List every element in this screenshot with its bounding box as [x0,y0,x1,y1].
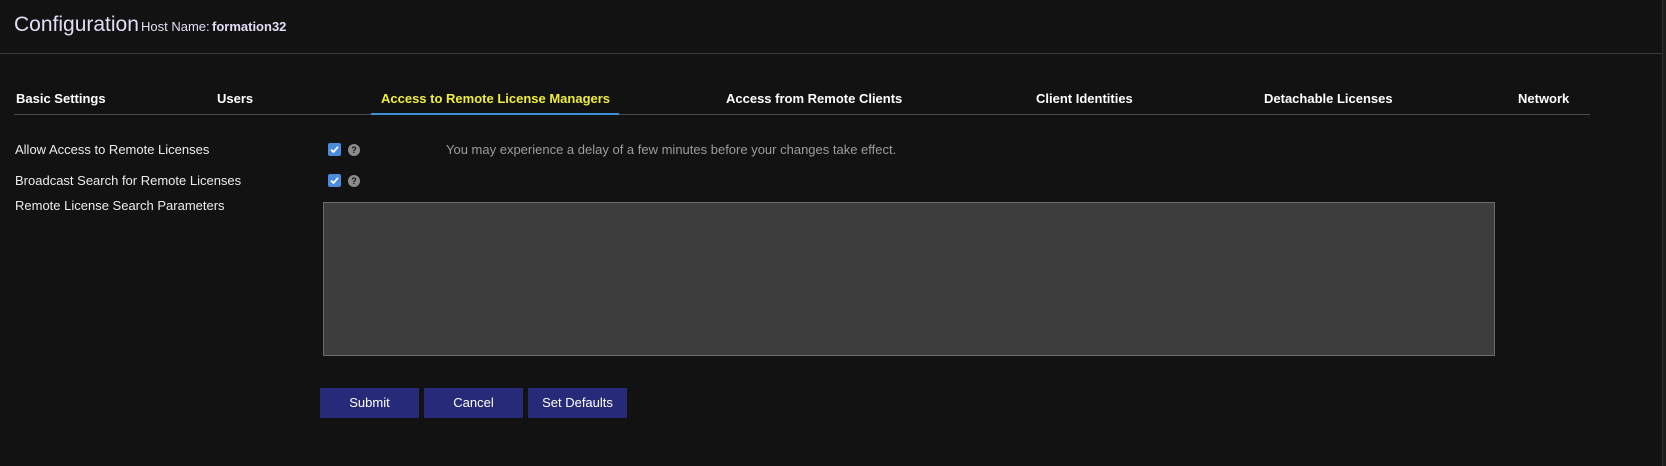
broadcast-search-checkbox[interactable] [328,174,341,187]
window-edge [1662,0,1666,466]
active-tab-indicator [371,113,619,115]
config-tabs: Basic Settings Users Access to Remote Li… [14,84,1590,115]
tab-users[interactable]: Users [217,84,253,114]
host-name-label: Host Name: [141,19,210,34]
check-icon [330,177,339,185]
tab-access-to-remote-license-managers[interactable]: Access to Remote License Managers [381,84,610,114]
set-defaults-button[interactable]: Set Defaults [528,388,627,418]
page-title: Configuration [14,13,139,36]
question-circle-icon[interactable]: ? [348,144,360,156]
tab-detachable-licenses[interactable]: Detachable Licenses [1264,84,1393,114]
tab-network[interactable]: Network [1518,84,1569,114]
tab-basic-settings[interactable]: Basic Settings [16,84,106,114]
allow-access-label: Allow Access to Remote Licenses [15,142,210,157]
host-name-value: formation32 [212,19,287,34]
cancel-button[interactable]: Cancel [424,388,523,418]
check-icon [330,146,339,154]
tab-client-identities[interactable]: Client Identities [1036,84,1133,114]
submit-button[interactable]: Submit [320,388,419,418]
search-params-textarea[interactable] [323,202,1495,356]
search-params-label: Remote License Search Parameters [15,198,225,213]
question-circle-icon[interactable]: ? [348,175,360,187]
changes-delay-notice: You may experience a delay of a few minu… [446,142,897,157]
allow-access-checkbox[interactable] [328,143,341,156]
page-header: Configuration Host Name: formation32 [0,0,1662,54]
tab-access-from-remote-clients[interactable]: Access from Remote Clients [726,84,902,114]
broadcast-search-label: Broadcast Search for Remote Licenses [15,173,242,188]
